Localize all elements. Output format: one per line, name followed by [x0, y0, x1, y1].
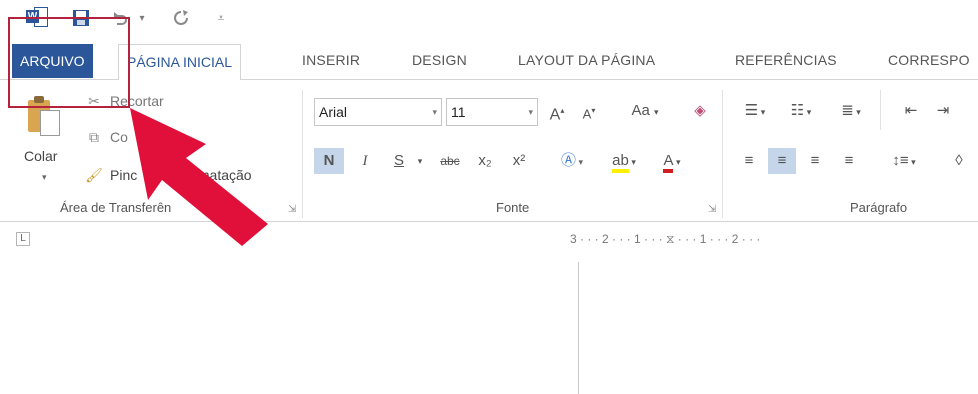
- highlight-box: [8, 17, 130, 108]
- ribbon-tabs: ARQUIVO PÁGINA INICIAL INSERIR DESIGN LA…: [0, 40, 978, 81]
- highlight-color-icon[interactable]: ab ▾: [604, 148, 644, 174]
- customize-qat-icon[interactable]: ⩡: [214, 8, 228, 28]
- tab-home[interactable]: PÁGINA INICIAL: [118, 44, 242, 81]
- grow-font-button[interactable]: A▴: [546, 98, 568, 124]
- font-name-dropdown-icon[interactable]: ▾: [432, 99, 437, 125]
- quick-access-toolbar: W ▾ ⩡: [0, 0, 978, 36]
- font-group-label: Fonte: [496, 200, 530, 215]
- superscript-button[interactable]: x²: [506, 148, 532, 174]
- strikethrough-button[interactable]: abc: [434, 148, 466, 174]
- tab-insert[interactable]: INSERIR: [302, 40, 360, 80]
- align-center-icon[interactable]: ≡: [768, 148, 796, 174]
- copy-icon: ⧉: [89, 128, 99, 145]
- shading-icon[interactable]: ◊: [946, 148, 972, 174]
- justify-icon[interactable]: ≡: [836, 148, 862, 174]
- group-separator: [302, 90, 303, 218]
- tab-references[interactable]: REFERÊNCIAS: [735, 40, 837, 80]
- tab-mailings[interactable]: CORRESPO: [888, 40, 970, 80]
- underline-button[interactable]: S: [386, 148, 412, 174]
- undo-dropdown-icon[interactable]: ▾: [136, 8, 148, 28]
- font-launcher-icon[interactable]: ⇲: [708, 204, 716, 215]
- group-separator: [722, 90, 723, 218]
- page-edge: [578, 262, 579, 394]
- redo-icon[interactable]: [170, 8, 192, 28]
- horizontal-ruler[interactable]: 3 · · · 2 · · · 1 · · · ⧖ · · · 1 · · · …: [570, 232, 978, 252]
- increase-indent-icon[interactable]: ⇥: [930, 98, 956, 124]
- decrease-indent-icon[interactable]: ⇤: [898, 98, 924, 124]
- text-effects-icon[interactable]: Ⓐ ▾: [554, 148, 590, 174]
- subscript-button[interactable]: x₂: [472, 148, 498, 174]
- paste-dropdown-icon[interactable]: ▾: [42, 172, 47, 183]
- paragraph-group-label: Parágrafo: [850, 200, 908, 215]
- bold-button[interactable]: N: [314, 148, 344, 174]
- line-spacing-icon[interactable]: ↕≡ ▾: [884, 148, 924, 174]
- change-case-button[interactable]: Aa ▾: [622, 98, 668, 124]
- italic-button[interactable]: I: [352, 148, 378, 174]
- align-left-icon[interactable]: ≡: [736, 148, 762, 174]
- tab-design[interactable]: DESIGN: [412, 40, 467, 80]
- multilevel-list-icon[interactable]: ≣ ▾: [830, 98, 872, 124]
- numbering-icon[interactable]: ☷ ▾: [782, 98, 820, 124]
- font-name-combobox[interactable]: Arial ▾: [314, 98, 442, 126]
- clear-formatting-icon[interactable]: ◈: [688, 98, 712, 124]
- font-color-icon[interactable]: A ▾: [652, 148, 692, 174]
- bullets-icon[interactable]: ☰ ▾: [736, 98, 774, 124]
- underline-dropdown-icon[interactable]: ▾: [414, 148, 426, 174]
- clipboard-launcher-icon[interactable]: ⇲: [288, 204, 296, 215]
- paintbrush-icon: 🖌: [85, 166, 103, 183]
- tab-page-layout[interactable]: LAYOUT DA PÁGINA: [518, 40, 655, 80]
- tab-selector-icon[interactable]: L: [16, 232, 30, 246]
- group-separator: [880, 90, 881, 130]
- paste-button[interactable]: Colar: [24, 148, 57, 164]
- shrink-font-button[interactable]: A▾: [578, 98, 600, 124]
- align-right-icon[interactable]: ≡: [802, 148, 828, 174]
- red-arrow-icon: [130, 108, 268, 246]
- font-size-dropdown-icon[interactable]: ▾: [528, 99, 533, 125]
- font-size-combobox[interactable]: 11 ▾: [446, 98, 538, 126]
